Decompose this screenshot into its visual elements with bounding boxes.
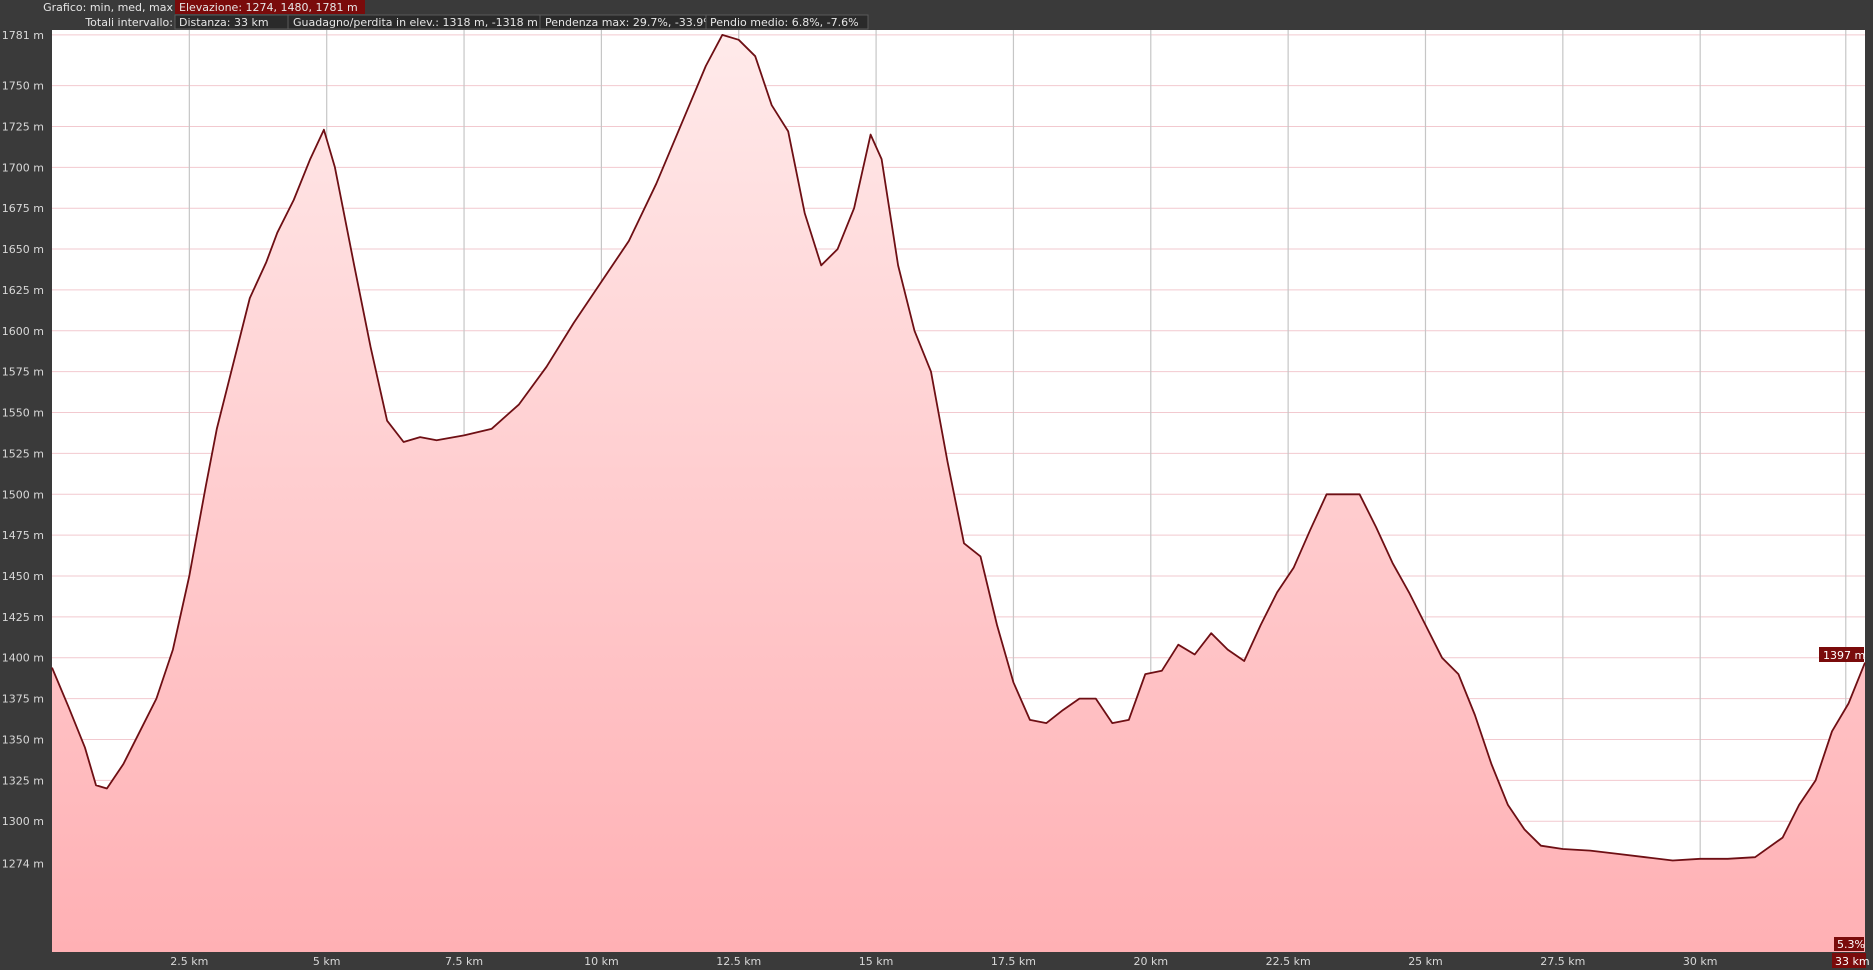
elevation-chart[interactable]: Grafico: min, med, max Elevazione: 1274,… <box>0 0 1873 970</box>
x-tick-label: 22.5 km <box>1266 955 1311 968</box>
x-tick-label: 2.5 km <box>170 955 208 968</box>
avg-slope: Pendio medio: 6.8%, -7.6% <box>710 16 859 29</box>
range-totals-label: Totali intervallo: <box>84 16 173 29</box>
elevation-stats: Elevazione: 1274, 1480, 1781 m <box>179 1 358 14</box>
y-tick-label: 1675 m <box>2 202 44 215</box>
y-tick-label: 1500 m <box>2 488 44 501</box>
y-tick-label: 1400 m <box>2 652 44 665</box>
x-tick-label: 17.5 km <box>991 955 1036 968</box>
y-tick-label: 1475 m <box>2 529 44 542</box>
y-tick-label: 1781 m <box>2 29 44 42</box>
elevation-marker: 1397 m <box>1823 649 1865 662</box>
x-tick-label: 25 km <box>1408 955 1443 968</box>
y-tick-label: 1650 m <box>2 243 44 256</box>
x-tick-label: 15 km <box>859 955 894 968</box>
y-tick-label: 1700 m <box>2 161 44 174</box>
x-tick-label: 20 km <box>1133 955 1168 968</box>
y-tick-label: 1350 m <box>2 733 44 746</box>
y-tick-label: 1325 m <box>2 774 44 787</box>
end-distance-marker: 33 km <box>1835 955 1870 968</box>
y-tick-label: 1425 m <box>2 611 44 624</box>
y-tick-label: 1750 m <box>2 80 44 93</box>
distance-total: Distanza: 33 km <box>179 16 269 29</box>
y-tick-label: 1575 m <box>2 366 44 379</box>
y-tick-label: 1525 m <box>2 447 44 460</box>
y-tick-label: 1550 m <box>2 407 44 420</box>
x-tick-label: 5 km <box>313 955 341 968</box>
chart-stats-label: Grafico: min, med, max <box>43 1 173 14</box>
y-tick-label: 1375 m <box>2 693 44 706</box>
y-tick-label: 1450 m <box>2 570 44 583</box>
y-tick-label: 1600 m <box>2 325 44 338</box>
max-slope: Pendenza max: 29.7%, -33.9% <box>545 16 714 29</box>
x-tick-label: 12.5 km <box>716 955 761 968</box>
y-tick-label: 1725 m <box>2 120 44 133</box>
x-tick-label: 30 km <box>1683 955 1718 968</box>
y-tick-label: 1625 m <box>2 284 44 297</box>
x-tick-label: 10 km <box>584 955 619 968</box>
slope-marker: 5.3% <box>1837 938 1865 951</box>
x-tick-label: 7.5 km <box>445 955 483 968</box>
x-tick-label: 27.5 km <box>1540 955 1585 968</box>
y-tick-label: 1274 m <box>2 858 44 871</box>
elevation-gain-loss: Guadagno/perdita in elev.: 1318 m, -1318… <box>293 16 538 29</box>
y-tick-label: 1300 m <box>2 815 44 828</box>
